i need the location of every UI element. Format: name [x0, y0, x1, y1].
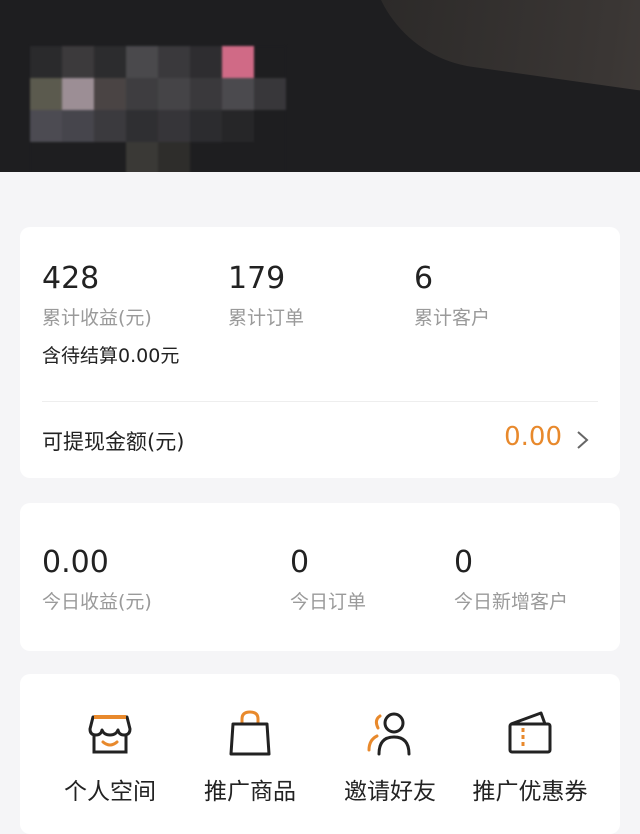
today-new-customers: 0 今日新增客户 [454, 545, 568, 615]
blurred-avatar[interactable] [30, 46, 286, 172]
cumulative-orders: 179 累计订单 [228, 261, 304, 331]
invite-users-icon [367, 712, 411, 756]
today-earnings-value: 0.00 [42, 545, 109, 580]
cumulative-customers-value: 6 [414, 261, 434, 296]
header-decoration [353, 0, 640, 109]
today-new-customers-value: 0 [454, 545, 474, 580]
feature-invite-friends[interactable]: 邀请好友 [315, 708, 465, 806]
cumulative-earnings: 428 累计收益(元) [42, 261, 152, 331]
pending-settlement: 含待结算0.00元 [42, 341, 179, 368]
pending-prefix: 含待结算 [42, 345, 119, 367]
today-earnings-label: 今日收益(元) [42, 591, 152, 613]
withdrawable-amount: 0.00 [504, 422, 562, 452]
pending-suffix: 元 [160, 345, 180, 367]
pending-amount: 0.00 [118, 345, 161, 367]
shopping-bag-icon [229, 710, 271, 756]
withdrawable-amount-row[interactable]: 可提现金额(元) 0.00 [20, 402, 620, 478]
cumulative-stats-card: 428 累计收益(元) 179 累计订单 6 累计客户 含待结算0.00元 可提… [20, 227, 620, 478]
today-new-customers-label: 今日新增客户 [454, 591, 569, 613]
cumulative-orders-value: 179 [228, 261, 286, 296]
cumulative-customers: 6 累计客户 [414, 261, 490, 331]
today-orders-value: 0 [290, 545, 310, 580]
coupon-icon [508, 711, 552, 754]
feature-label: 推广优惠券 [472, 779, 588, 805]
feature-promote-products[interactable]: 推广商品 [175, 708, 325, 806]
profile-header [0, 0, 640, 172]
storefront-icon [88, 715, 132, 754]
today-orders-label: 今日订单 [290, 591, 367, 613]
cumulative-customers-label: 累计客户 [414, 307, 491, 329]
chevron-right-icon [577, 431, 589, 449]
feature-label: 推广商品 [204, 779, 296, 805]
feature-menu-card: 个人空间 推广商品 邀请好友 推广优惠券 [20, 674, 620, 834]
withdrawable-label: 可提现金额(元) [42, 430, 185, 454]
feature-label: 邀请好友 [344, 779, 436, 805]
feature-personal-space[interactable]: 个人空间 [35, 708, 185, 806]
feature-promote-coupons[interactable]: 推广优惠券 [455, 708, 605, 806]
today-earnings: 0.00 今日收益(元) [42, 545, 152, 615]
cumulative-orders-label: 累计订单 [228, 307, 305, 329]
cumulative-earnings-label: 累计收益(元) [42, 307, 152, 329]
today-orders: 0 今日订单 [290, 545, 366, 615]
feature-label: 个人空间 [64, 779, 156, 805]
today-stats-card: 0.00 今日收益(元) 0 今日订单 0 今日新增客户 [20, 503, 620, 651]
cumulative-earnings-value: 428 [42, 261, 100, 296]
